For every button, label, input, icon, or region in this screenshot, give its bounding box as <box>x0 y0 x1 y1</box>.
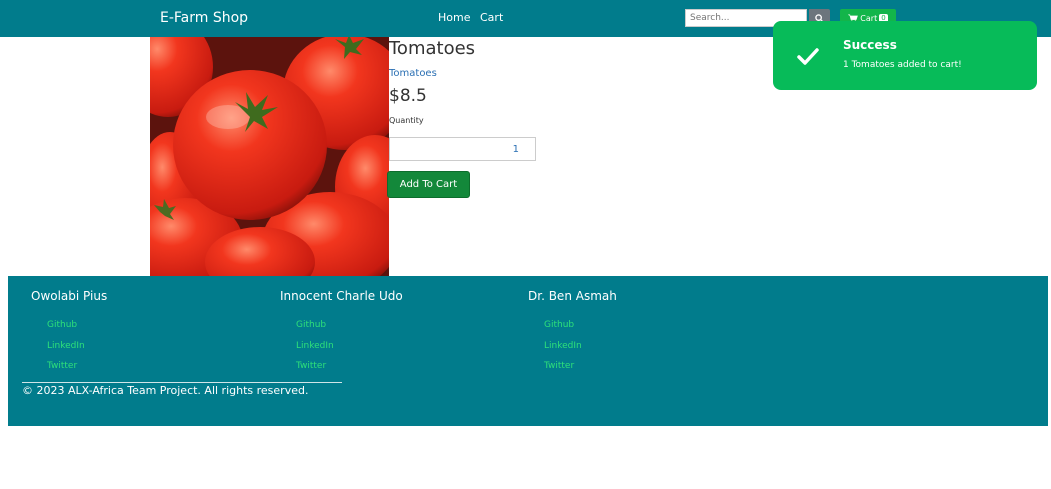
linkedin-link[interactable]: LinkedIn <box>296 336 500 357</box>
add-to-cart-button[interactable]: Add To Cart <box>387 171 470 198</box>
footer: Owolabi Pius Github LinkedIn Twitter Inn… <box>8 276 1048 426</box>
footer-column-ben: Dr. Ben Asmah Github LinkedIn Twitter <box>528 289 748 377</box>
linkedin-link[interactable]: LinkedIn <box>544 336 748 357</box>
twitter-link[interactable]: Twitter <box>296 356 500 377</box>
footer-author-name: Owolabi Pius <box>31 289 108 303</box>
github-link[interactable]: Github <box>47 315 251 336</box>
footer-author-name: Dr. Ben Asmah <box>528 289 617 303</box>
product-title: Tomatoes <box>389 38 476 59</box>
product-image <box>150 37 389 276</box>
nav-link-home[interactable]: Home <box>438 11 470 24</box>
tomatoes-image <box>150 37 389 276</box>
nav-link-cart[interactable]: Cart <box>480 11 503 24</box>
quantity-label: Quantity <box>389 116 424 125</box>
github-link[interactable]: Github <box>544 315 748 336</box>
toast-title: Success <box>843 38 897 52</box>
quantity-input[interactable] <box>389 137 536 161</box>
footer-column-owolabi: Owolabi Pius Github LinkedIn Twitter <box>31 289 251 377</box>
checkmark-icon <box>797 48 819 65</box>
github-link[interactable]: Github <box>296 315 500 336</box>
footer-divider <box>22 382 342 383</box>
product-price: $8.5 <box>389 86 427 106</box>
brand-logo[interactable]: E-Farm Shop <box>160 10 248 26</box>
footer-column-innocent: Innocent Charle Udo Github LinkedIn Twit… <box>280 289 500 377</box>
footer-author-name: Innocent Charle Udo <box>280 289 403 303</box>
twitter-link[interactable]: Twitter <box>47 356 251 377</box>
product-category-link[interactable]: Tomatoes <box>389 68 437 79</box>
linkedin-link[interactable]: LinkedIn <box>47 336 251 357</box>
toast-message: 1 Tomatoes added to cart! <box>843 60 962 70</box>
copyright-text: © 2023 ALX-Africa Team Project. All righ… <box>22 384 309 397</box>
success-toast[interactable]: Success 1 Tomatoes added to cart! <box>773 21 1037 90</box>
twitter-link[interactable]: Twitter <box>544 356 748 377</box>
